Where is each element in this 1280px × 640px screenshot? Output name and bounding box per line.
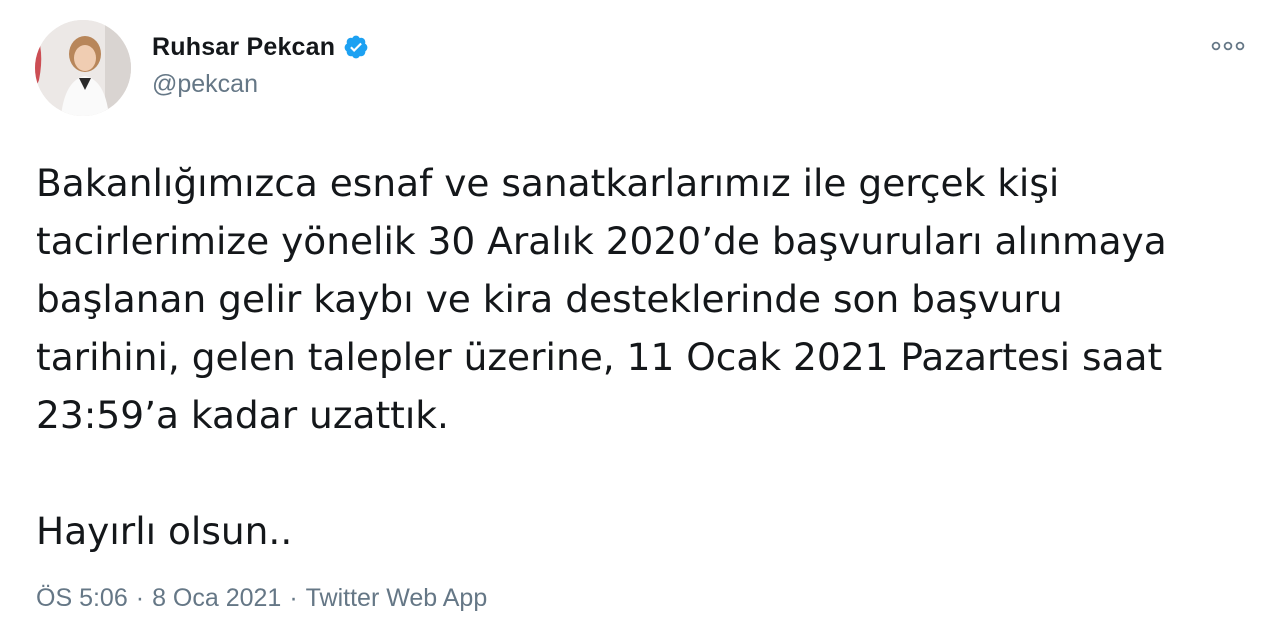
tweet-card: Ruhsar Pekcan @pekcan Bakanlığımızca esn… bbox=[0, 0, 1280, 640]
more-options-button[interactable] bbox=[1206, 30, 1250, 62]
handle[interactable]: @pekcan bbox=[152, 70, 369, 99]
avatar-image bbox=[35, 20, 131, 116]
tweet-closing-line: Hayırlı olsun.. bbox=[36, 509, 293, 553]
tweet-text-line: başlanan gelir kaybı ve kira desteklerin… bbox=[36, 277, 1063, 321]
tweet-meta: ÖS 5:06 · 8 Oca 2021 · Twitter Web App bbox=[36, 584, 487, 613]
avatar[interactable] bbox=[35, 20, 131, 116]
display-name[interactable]: Ruhsar Pekcan bbox=[152, 33, 335, 62]
tweet-text-line: 23:59’a kadar uzattık. bbox=[36, 393, 449, 437]
tweet-time[interactable]: ÖS 5:06 bbox=[36, 584, 128, 613]
name-row: Ruhsar Pekcan bbox=[152, 30, 369, 64]
tweet-text-line: Bakanlığımızca esnaf ve sanatkarlarımız … bbox=[36, 161, 1060, 205]
tweet-text-line: tacirlerimize yönelik 30 Aralık 2020’de … bbox=[36, 219, 1167, 263]
tweet-date[interactable]: 8 Oca 2021 bbox=[152, 584, 281, 613]
tweet-text: Bakanlığımızca esnaf ve sanatkarlarımız … bbox=[36, 154, 1246, 560]
tweet-text-line: tarihini, gelen talepler üzerine, 11 Oca… bbox=[36, 335, 1163, 379]
meta-separator: · bbox=[289, 584, 298, 612]
meta-separator: · bbox=[135, 584, 145, 612]
author-block: Ruhsar Pekcan @pekcan bbox=[152, 30, 369, 99]
more-options-icon bbox=[1211, 41, 1245, 51]
tweet-source[interactable]: Twitter Web App bbox=[306, 584, 488, 613]
verified-badge-icon bbox=[343, 34, 369, 60]
